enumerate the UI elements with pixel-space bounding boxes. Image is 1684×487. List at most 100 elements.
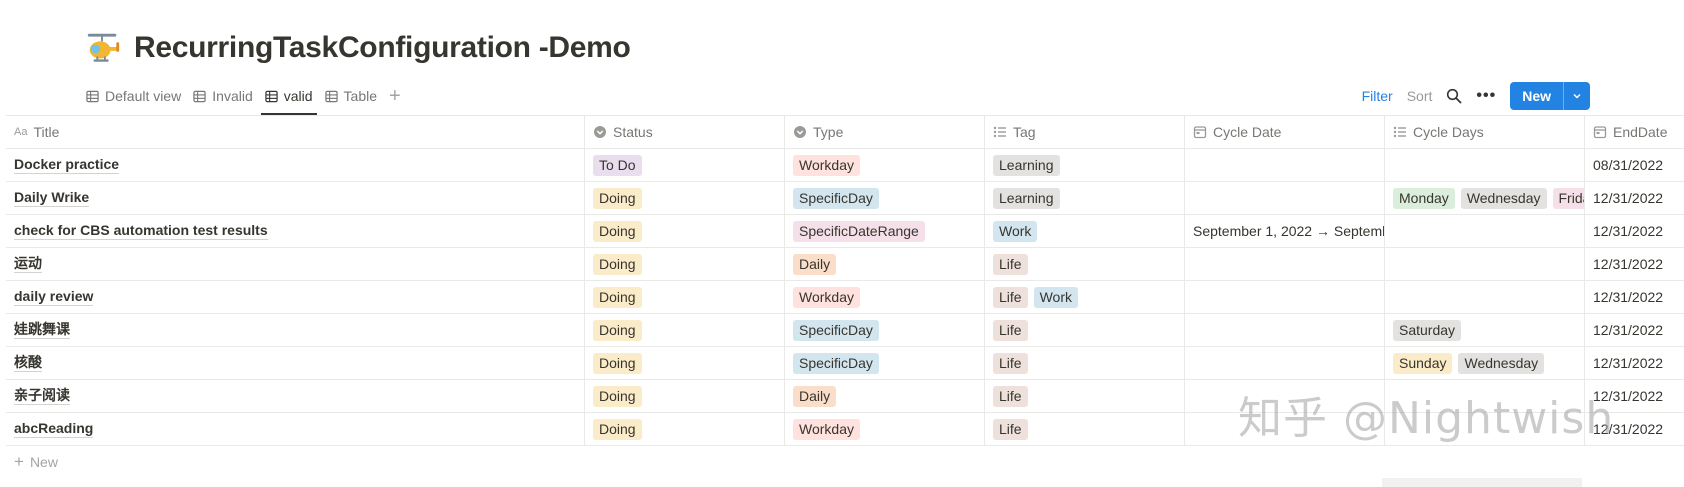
column-header-end-date[interactable]: EndDate bbox=[1585, 116, 1684, 148]
tag-cell[interactable]: Life bbox=[985, 248, 1185, 280]
end-date-cell[interactable]: 12/31/2022 bbox=[1585, 248, 1684, 280]
type-cell[interactable]: Daily bbox=[785, 248, 985, 280]
cycle-days-cell[interactable] bbox=[1385, 248, 1585, 280]
tag-cell[interactable]: Life bbox=[985, 380, 1185, 412]
row-title[interactable]: daily review bbox=[14, 288, 94, 306]
row-title[interactable]: abcReading bbox=[14, 420, 94, 438]
tag-cell[interactable]: Learning bbox=[985, 182, 1185, 214]
type-cell[interactable]: Workday bbox=[785, 149, 985, 181]
tab-valid[interactable]: valid bbox=[259, 80, 319, 115]
cycle-days-cell[interactable]: Saturday bbox=[1385, 314, 1585, 346]
title-cell[interactable]: 娃跳舞课 bbox=[6, 314, 585, 346]
end-date-cell[interactable]: 12/31/2022 bbox=[1585, 380, 1684, 412]
table-row[interactable]: 核酸 Doing SpecificDay Life Sunday Wednesday 12/… bbox=[6, 347, 1684, 380]
chevron-down-icon[interactable] bbox=[1563, 82, 1590, 110]
status-cell[interactable]: Doing bbox=[585, 215, 785, 247]
cycle-days-cell[interactable]: MondayWednesdayFrida bbox=[1385, 182, 1585, 214]
type-cell[interactable]: Daily bbox=[785, 380, 985, 412]
title-cell[interactable]: check for CBS automation test results bbox=[6, 215, 585, 247]
tag-cell[interactable]: Life bbox=[985, 314, 1185, 346]
cycle-days-cell[interactable] bbox=[1385, 215, 1585, 247]
row-title[interactable]: 亲子阅读 bbox=[14, 387, 70, 405]
title-cell[interactable]: 核酸 bbox=[6, 347, 585, 379]
row-title[interactable]: 运动 bbox=[14, 255, 42, 273]
title-cell[interactable]: Daily Wrike bbox=[6, 182, 585, 214]
end-date-cell[interactable]: 12/31/2022 bbox=[1585, 314, 1684, 346]
column-header-type[interactable]: Type bbox=[785, 116, 985, 148]
tab-default-view[interactable]: Default view bbox=[80, 80, 187, 112]
table-row[interactable]: check for CBS automation test results Doi… bbox=[6, 215, 1684, 248]
title-cell[interactable]: 运动 bbox=[6, 248, 585, 280]
end-date-cell[interactable]: 12/31/2022 bbox=[1585, 347, 1684, 379]
table-row[interactable]: Daily Wrike Doing SpecificDay Learning Monda… bbox=[6, 182, 1684, 215]
table-row[interactable]: abcReading Doing Workday Life 12/31/2022 bbox=[6, 413, 1684, 446]
row-title[interactable]: Daily Wrike bbox=[14, 189, 90, 207]
type-cell[interactable]: SpecificDay bbox=[785, 182, 985, 214]
title-cell[interactable]: daily review bbox=[6, 281, 585, 313]
cycle-days-cell[interactable] bbox=[1385, 149, 1585, 181]
cycle-days-cell[interactable]: Sunday Wednesday bbox=[1385, 347, 1585, 379]
column-header-status[interactable]: Status bbox=[585, 116, 785, 148]
column-header-tag[interactable]: Tag bbox=[985, 116, 1185, 148]
status-cell[interactable]: Doing bbox=[585, 380, 785, 412]
end-date-cell[interactable]: 12/31/2022 bbox=[1585, 413, 1684, 445]
table-row[interactable]: Docker practice To Do Workday Learning 08/31… bbox=[6, 149, 1684, 182]
cycle-date-cell[interactable] bbox=[1185, 380, 1385, 412]
column-header-title[interactable]: Aa Title bbox=[6, 116, 585, 148]
cycle-date-cell[interactable] bbox=[1185, 413, 1385, 445]
cycle-days-cell[interactable] bbox=[1385, 413, 1585, 445]
row-title[interactable]: 娃跳舞课 bbox=[14, 321, 70, 339]
status-cell[interactable]: Doing bbox=[585, 182, 785, 214]
status-cell[interactable]: Doing bbox=[585, 413, 785, 445]
add-view-plus-icon[interactable]: + bbox=[383, 80, 407, 112]
row-title[interactable]: Docker practice bbox=[14, 156, 120, 174]
title-cell[interactable]: 亲子阅读 bbox=[6, 380, 585, 412]
cycle-date-cell[interactable] bbox=[1185, 281, 1385, 313]
cycle-days-cell[interactable] bbox=[1385, 281, 1585, 313]
title-cell[interactable]: Docker practice bbox=[6, 149, 585, 181]
sort-button[interactable]: Sort bbox=[1407, 88, 1433, 104]
cycle-date-cell[interactable]: September 1, 2022 → Septemb bbox=[1185, 215, 1385, 247]
type-cell[interactable]: SpecificDay bbox=[785, 347, 985, 379]
row-title[interactable]: 核酸 bbox=[14, 354, 42, 372]
new-button-label[interactable]: New bbox=[1510, 82, 1563, 110]
type-cell[interactable]: SpecificDateRange bbox=[785, 215, 985, 247]
more-icon[interactable]: ••• bbox=[1476, 87, 1496, 105]
end-date-cell[interactable]: 08/31/2022 bbox=[1585, 149, 1684, 181]
end-date-cell[interactable]: 12/31/2022 bbox=[1585, 215, 1684, 247]
column-header-cycle-days[interactable]: Cycle Days bbox=[1385, 116, 1585, 148]
status-cell[interactable]: Doing bbox=[585, 248, 785, 280]
cycle-date-cell[interactable] bbox=[1185, 149, 1385, 181]
cycle-date-cell[interactable] bbox=[1185, 182, 1385, 214]
tag-cell[interactable]: Life bbox=[985, 347, 1185, 379]
end-date-cell[interactable]: 12/31/2022 bbox=[1585, 281, 1684, 313]
tag-cell[interactable]: Life Work bbox=[985, 281, 1185, 313]
table-row[interactable]: 娃跳舞课 Doing SpecificDay Life Saturday 12/31/20… bbox=[6, 314, 1684, 347]
table-row[interactable]: 运动 Doing Daily Life 12/31/2022 bbox=[6, 248, 1684, 281]
end-date-cell[interactable]: 12/31/2022 bbox=[1585, 182, 1684, 214]
table-row[interactable]: daily review Doing Workday Life Work 12/31/20… bbox=[6, 281, 1684, 314]
new-row-button[interactable]: + New bbox=[6, 446, 1684, 478]
status-cell[interactable]: Doing bbox=[585, 281, 785, 313]
type-cell[interactable]: Workday bbox=[785, 281, 985, 313]
horizontal-scrollbar[interactable] bbox=[1382, 478, 1582, 487]
status-cell[interactable]: Doing bbox=[585, 314, 785, 346]
tag-cell[interactable]: Work bbox=[985, 215, 1185, 247]
tag-cell[interactable]: Learning bbox=[985, 149, 1185, 181]
cycle-date-cell[interactable] bbox=[1185, 314, 1385, 346]
filter-button[interactable]: Filter bbox=[1362, 88, 1393, 104]
new-button[interactable]: New bbox=[1510, 82, 1590, 110]
tab-table[interactable]: Table bbox=[319, 80, 383, 112]
table-row[interactable]: 亲子阅读 Doing Daily Life 12/31/2022 bbox=[6, 380, 1684, 413]
search-icon[interactable] bbox=[1446, 88, 1462, 104]
title-cell[interactable]: abcReading bbox=[6, 413, 585, 445]
cycle-days-cell[interactable] bbox=[1385, 380, 1585, 412]
cycle-date-cell[interactable] bbox=[1185, 347, 1385, 379]
status-cell[interactable]: Doing bbox=[585, 347, 785, 379]
type-cell[interactable]: SpecificDay bbox=[785, 314, 985, 346]
row-title[interactable]: check for CBS automation test results bbox=[14, 222, 268, 240]
cycle-date-cell[interactable] bbox=[1185, 248, 1385, 280]
tag-cell[interactable]: Life bbox=[985, 413, 1185, 445]
status-cell[interactable]: To Do bbox=[585, 149, 785, 181]
tab-invalid[interactable]: Invalid bbox=[187, 80, 258, 112]
